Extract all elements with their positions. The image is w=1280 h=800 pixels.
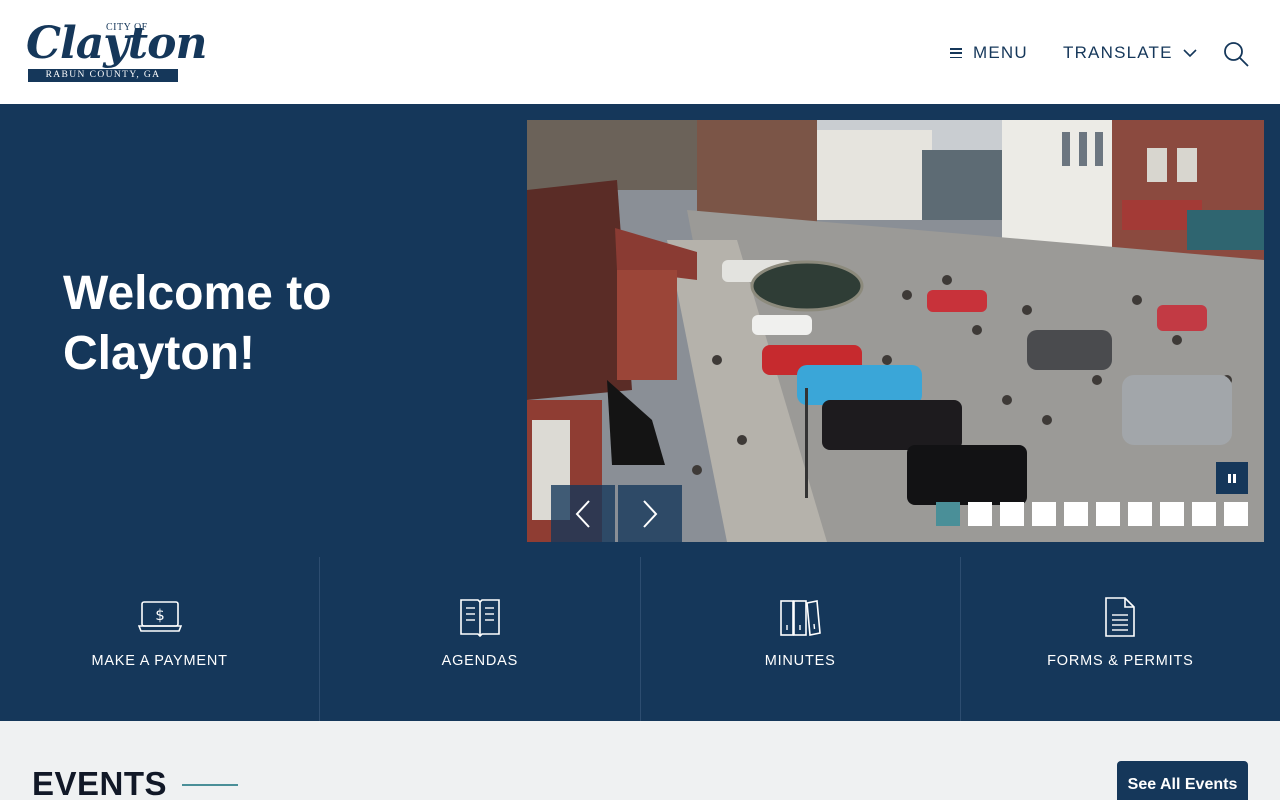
search-button[interactable]: [1222, 40, 1250, 68]
logo-name: Clayton: [26, 18, 207, 69]
quick-link-agendas[interactable]: AGENDAS: [319, 557, 639, 721]
slide-dot[interactable]: [1192, 502, 1216, 526]
city-logo[interactable]: CITY OF Clayton RABUN COUNTY, GA: [24, 16, 207, 88]
binders-icon: [780, 600, 821, 636]
pause-icon-bar: [1233, 473, 1236, 483]
hero-slide-image: [527, 120, 1264, 542]
quick-link-minutes[interactable]: MINUTES: [639, 557, 960, 721]
menu-button[interactable]: MENU: [950, 42, 1028, 64]
slide-indicator-dots: [936, 502, 1248, 526]
slide-dot[interactable]: [1032, 502, 1056, 526]
events-title: EVENTS: [32, 765, 168, 800]
quick-link-label: FORMS & PERMITS: [1047, 653, 1194, 669]
slide-next-button[interactable]: [618, 485, 682, 542]
menu-label: MENU: [973, 43, 1028, 62]
quick-link-label: MINUTES: [764, 653, 836, 669]
quick-link-label: MAKE A PAYMENT: [91, 653, 228, 669]
hero-title: Welcome to Clayton!: [63, 267, 332, 380]
document-icon: [1105, 597, 1136, 637]
quick-link-label: AGENDAS: [441, 653, 519, 669]
pause-icon-bar: [1228, 473, 1231, 483]
street-car-show-photo: [527, 120, 1264, 542]
slide-dot[interactable]: [1160, 502, 1184, 526]
slide-dot[interactable]: [936, 502, 960, 526]
events-title-divider: [182, 784, 238, 786]
slide-dot[interactable]: [1128, 502, 1152, 526]
quick-links: $ MAKE A PAYMENT AGENDAS MINUTES FORMS &…: [0, 557, 1280, 721]
slide-dot[interactable]: [968, 502, 992, 526]
quick-link-make-a-payment[interactable]: $ MAKE A PAYMENT: [0, 557, 319, 721]
search-icon: [1224, 42, 1249, 67]
slide-prev-button[interactable]: [551, 485, 615, 542]
laptop-dollar-icon: $: [137, 601, 182, 632]
slide-dot[interactable]: [1224, 502, 1248, 526]
open-book-icon: [460, 599, 500, 638]
quick-link-forms-permits[interactable]: FORMS & PERMITS: [959, 557, 1280, 721]
see-all-events-button[interactable]: See All Events: [1117, 761, 1248, 800]
svg-text:$: $: [155, 606, 165, 624]
translate-dropdown[interactable]: TRANSLATE: [1063, 42, 1197, 64]
events-section: EVENTS See All Events: [0, 721, 1280, 800]
chevron-down-icon: [1183, 49, 1197, 58]
slide-dot[interactable]: [1096, 502, 1120, 526]
slide-dot[interactable]: [1000, 502, 1024, 526]
slideshow-pause-button[interactable]: [1216, 462, 1248, 494]
hamburger-icon: [950, 48, 962, 58]
translate-label: TRANSLATE: [1063, 43, 1173, 62]
chevron-left-icon: [575, 499, 590, 528]
logo-county: RABUN COUNTY, GA: [28, 69, 178, 82]
chevron-right-icon: [643, 499, 658, 528]
slide-dot[interactable]: [1064, 502, 1088, 526]
site-header: CITY OF Clayton RABUN COUNTY, GA MENU TR…: [0, 0, 1280, 104]
